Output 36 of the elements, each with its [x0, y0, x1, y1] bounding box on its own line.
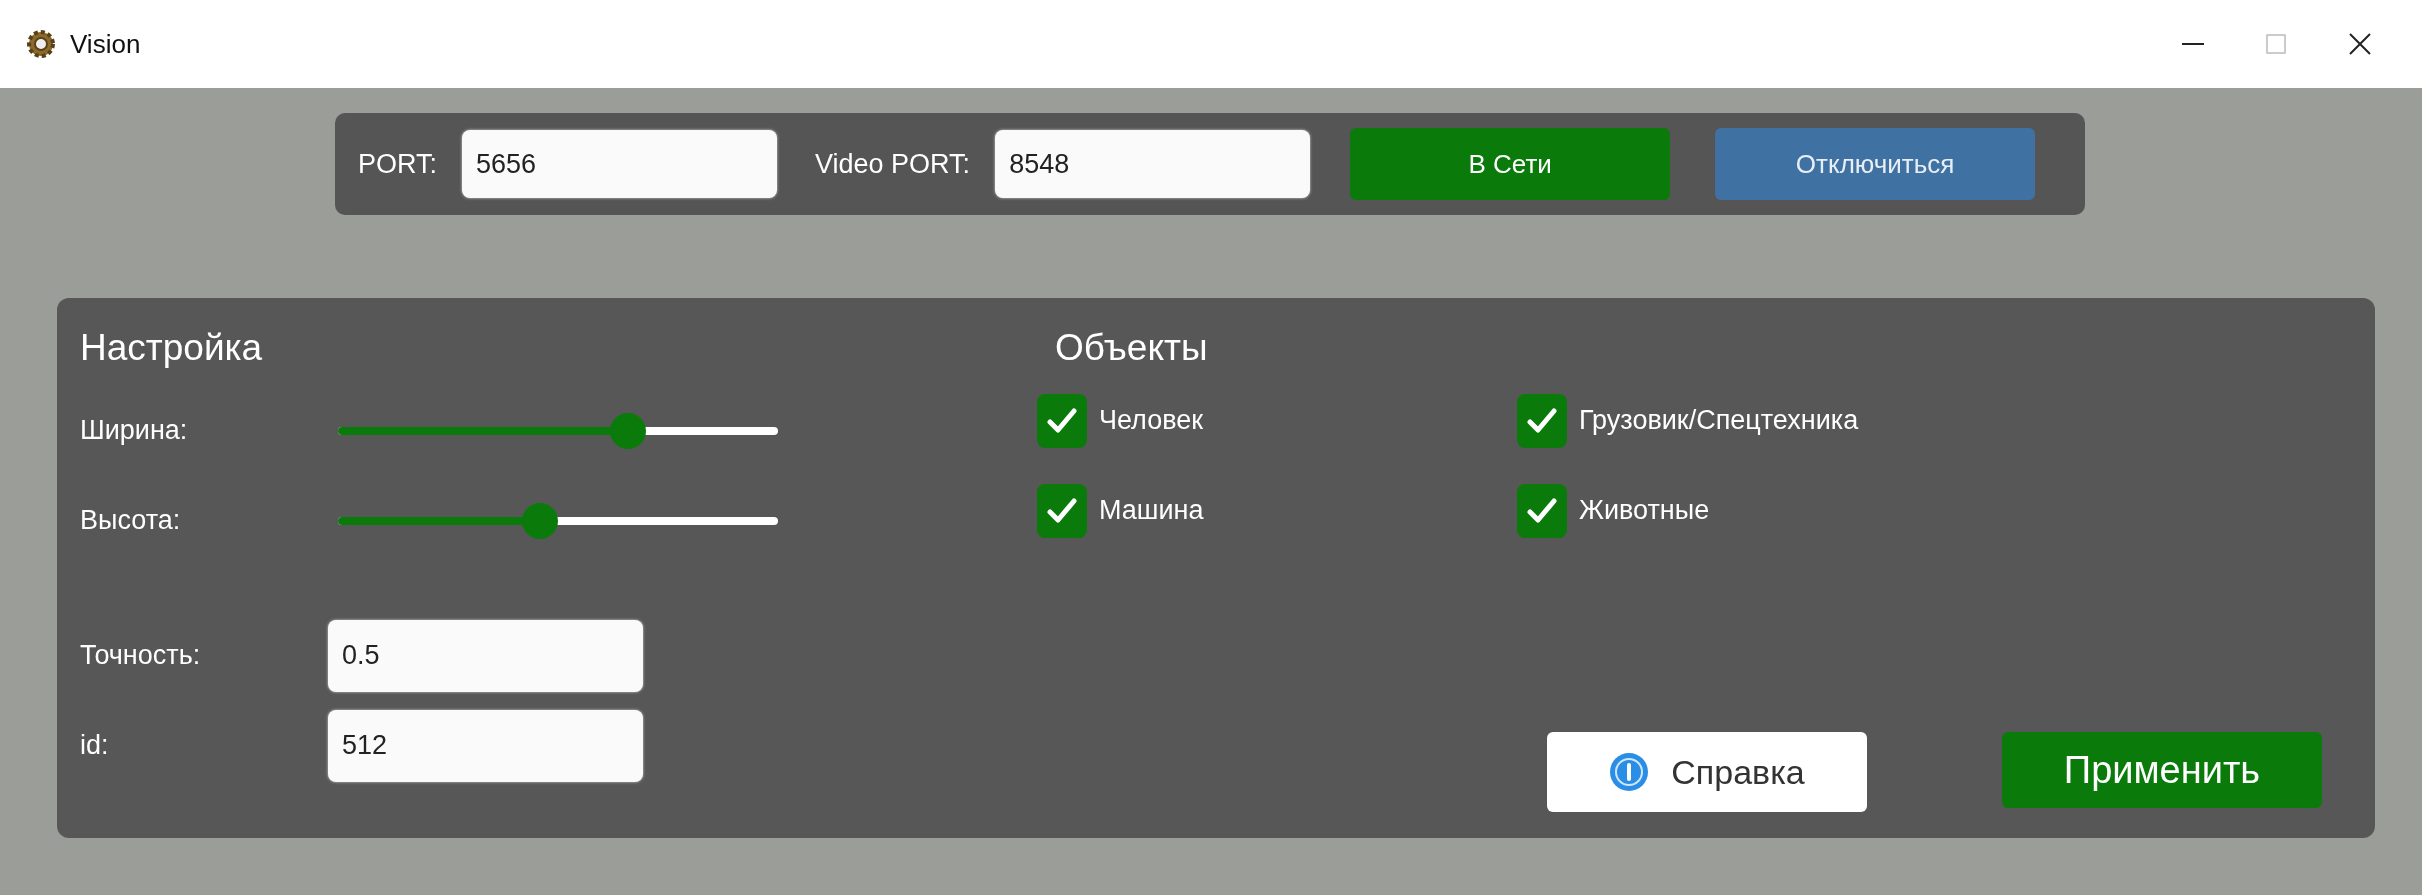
port-label: PORT: — [358, 147, 438, 181]
field-label: Точность: — [80, 639, 202, 673]
checkmark-icon — [1527, 407, 1557, 434]
checkbox-label: Животные — [1579, 494, 1710, 528]
checkbox-label: Человек — [1099, 404, 1204, 438]
section-heading: Настройка — [80, 326, 264, 370]
apply-button[interactable]: Применить — [2002, 732, 2322, 808]
checkbox-label: Грузовик/Спецтехника — [1579, 404, 1859, 438]
checkmark-icon — [1527, 497, 1557, 524]
checkbox-label: Машина — [1099, 494, 1204, 528]
minimize-icon[interactable] — [2182, 42, 2204, 46]
info-icon — [1609, 752, 1650, 792]
input-field[interactable]: 0.5 — [328, 619, 643, 692]
checkbox[interactable] — [1517, 483, 1567, 538]
section-heading: Объекты — [1055, 326, 1209, 370]
field-label: id: — [80, 729, 110, 763]
gear-icon — [26, 29, 56, 59]
slider[interactable] — [338, 502, 778, 539]
port-field[interactable]: 5656 — [462, 130, 778, 198]
input-field[interactable]: 512 — [328, 709, 643, 782]
checkbox[interactable] — [1037, 483, 1087, 538]
slider-label: Высота: — [80, 504, 182, 538]
disconnect-button[interactable]: Отключиться — [1715, 128, 2036, 200]
help-button[interactable]: Справка — [1547, 732, 1867, 812]
video-port-label: Video PORT: — [815, 147, 971, 181]
checkmark-icon — [1047, 497, 1077, 524]
window-title: Vision — [70, 27, 141, 61]
checkbox[interactable] — [1037, 393, 1087, 448]
checkbox[interactable] — [1517, 393, 1567, 448]
checkmark-icon — [1047, 407, 1077, 434]
video-port-field[interactable]: 8548 — [995, 130, 1311, 198]
close-icon[interactable] — [2348, 32, 2372, 56]
online-button[interactable]: В Сети — [1350, 128, 1671, 200]
slider-label: Ширина: — [80, 414, 189, 448]
slider[interactable] — [338, 412, 778, 449]
help-label: Справка — [1671, 751, 1805, 793]
